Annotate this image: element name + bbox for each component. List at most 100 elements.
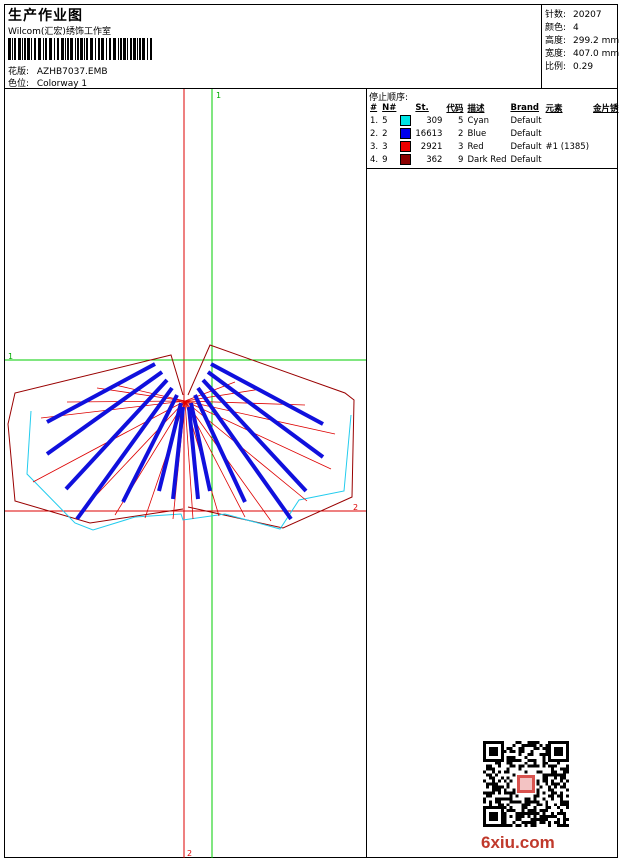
qr-module bbox=[530, 752, 534, 756]
qr-module bbox=[503, 779, 507, 783]
qr-module bbox=[518, 749, 522, 753]
qr-module bbox=[557, 782, 561, 786]
qr-module bbox=[515, 741, 519, 744]
qr-module bbox=[506, 791, 510, 795]
qr-module bbox=[506, 803, 510, 807]
qr-module bbox=[551, 782, 555, 786]
qr-module bbox=[503, 824, 507, 827]
qr-module bbox=[560, 824, 564, 827]
qr-module bbox=[521, 815, 525, 819]
production-sheet: 生产作业图 Wilcom(汇宏)绣饰工作室 花版: AZHB7037.EMB 色… bbox=[4, 4, 620, 858]
barcode-bar bbox=[70, 38, 73, 60]
qr-module bbox=[524, 770, 528, 774]
qr-module bbox=[518, 741, 522, 744]
qr-module bbox=[560, 809, 564, 813]
qr-module bbox=[560, 797, 564, 801]
qr-module bbox=[509, 758, 513, 762]
barcode-bar bbox=[67, 38, 69, 60]
qr-module bbox=[539, 752, 543, 756]
qr-module bbox=[491, 785, 495, 789]
qr-module bbox=[536, 746, 540, 750]
col-index: # bbox=[370, 102, 378, 113]
qr-module bbox=[533, 794, 537, 798]
qr-module bbox=[536, 803, 540, 807]
qr-module bbox=[494, 785, 498, 789]
qr-module bbox=[500, 797, 504, 801]
qr-module bbox=[533, 824, 537, 827]
qr-module bbox=[539, 785, 543, 789]
barcode-bar bbox=[12, 38, 13, 60]
qr-module bbox=[542, 755, 546, 759]
color-swatch bbox=[399, 153, 414, 166]
col-element: 元素 bbox=[545, 103, 563, 114]
qr-module bbox=[563, 767, 567, 771]
qr-module bbox=[503, 815, 507, 819]
sequin bbox=[592, 127, 620, 140]
qr-module bbox=[536, 770, 540, 774]
qr-module bbox=[509, 806, 513, 810]
barcode-bar bbox=[113, 38, 116, 60]
qr-finder bbox=[554, 746, 564, 756]
stop-sequence-table: # N# St. 代码 描述 Brand 元素 金片锈 1. 5 309 5 Cyan D… bbox=[369, 101, 620, 166]
qr-module bbox=[524, 824, 528, 827]
qr-module bbox=[524, 743, 528, 747]
element bbox=[545, 127, 593, 140]
qr-module bbox=[533, 815, 537, 819]
qr-module bbox=[503, 821, 507, 825]
color-desc: Cyan bbox=[467, 115, 489, 126]
spec-scale: 比例: 0.29 bbox=[545, 62, 594, 72]
qr-module bbox=[509, 746, 513, 750]
qr-module bbox=[506, 785, 510, 789]
table-row: 3. 3 2921 3 Red Default #1 (1385) bbox=[369, 140, 620, 153]
qr-module bbox=[497, 761, 501, 765]
qr-module bbox=[509, 815, 513, 819]
qr-module bbox=[548, 788, 552, 792]
qr-module bbox=[545, 761, 549, 765]
qr-module bbox=[557, 821, 561, 825]
qr-module bbox=[524, 755, 528, 759]
qr-module bbox=[560, 773, 564, 777]
qr-module bbox=[527, 815, 531, 819]
qr-module bbox=[494, 800, 498, 804]
qr-module bbox=[566, 803, 569, 807]
header-info: 生产作业图 Wilcom(汇宏)绣饰工作室 花版: AZHB7037.EMB 色… bbox=[5, 5, 542, 89]
swatch-box bbox=[400, 141, 412, 152]
qr-module bbox=[539, 803, 543, 807]
qr-module bbox=[506, 782, 510, 786]
qr-module bbox=[527, 758, 531, 762]
qr-module bbox=[503, 791, 507, 795]
qr-module bbox=[557, 824, 561, 827]
qr-module bbox=[545, 806, 549, 810]
axis-label-right: 2 bbox=[353, 503, 358, 512]
qr-module bbox=[506, 770, 510, 774]
qr-module bbox=[524, 803, 528, 807]
qr-module bbox=[545, 752, 549, 756]
qr-module bbox=[509, 749, 513, 753]
qr-module bbox=[545, 743, 549, 747]
qr-module bbox=[503, 788, 507, 792]
qr-module bbox=[566, 806, 569, 810]
seq-index: 4. bbox=[370, 154, 379, 165]
qr-module bbox=[494, 773, 498, 777]
qr-module bbox=[530, 749, 534, 753]
qr-module bbox=[557, 773, 561, 777]
barcode-bar bbox=[27, 38, 30, 60]
qr-module bbox=[512, 809, 516, 813]
barcode-bar bbox=[109, 38, 111, 60]
brand: Default bbox=[510, 128, 542, 139]
qr-module bbox=[530, 818, 534, 822]
qr-module bbox=[542, 764, 546, 768]
color-desc: Blue bbox=[467, 128, 487, 139]
barcode-bar bbox=[95, 38, 96, 60]
qr-module bbox=[554, 791, 558, 795]
qr-module bbox=[566, 794, 569, 798]
qr-module bbox=[497, 785, 501, 789]
col-sequin: 金片锈 bbox=[593, 103, 619, 114]
spec-height: 高度: 299.2 mm bbox=[545, 36, 620, 46]
qr-module bbox=[545, 818, 549, 822]
qr-module bbox=[560, 812, 564, 816]
qr-module bbox=[542, 809, 546, 813]
qr-module bbox=[483, 791, 486, 795]
qr-module bbox=[491, 770, 495, 774]
swatch-box bbox=[400, 115, 412, 126]
